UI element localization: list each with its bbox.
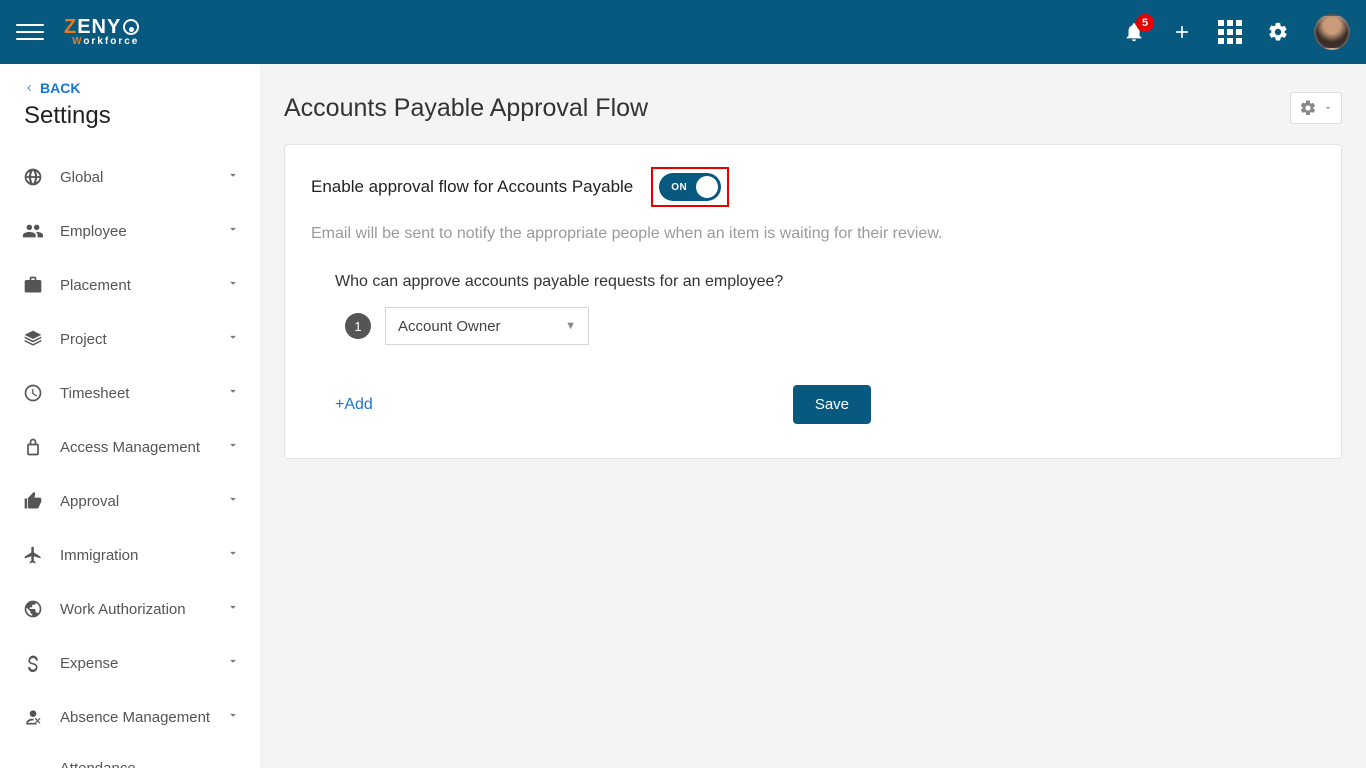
sidebar-item-project[interactable]: Project: [0, 312, 260, 366]
sidebar-item-employee[interactable]: Employee: [0, 204, 260, 258]
sidebar-item-absence-management[interactable]: Absence Management: [0, 690, 260, 744]
sidebar-item-approval[interactable]: Approval: [0, 474, 260, 528]
sidebar-item-label: Expense: [60, 655, 118, 672]
enable-toggle[interactable]: ON: [659, 173, 721, 201]
avatar[interactable]: [1314, 14, 1350, 50]
save-button[interactable]: Save: [793, 385, 871, 424]
add-button[interactable]: [1170, 20, 1194, 44]
chevron-down-icon: [226, 546, 240, 564]
chevron-down-icon: [226, 708, 240, 726]
lock-icon: [20, 436, 46, 458]
chevron-left-icon: [24, 83, 34, 93]
sidebar-item-label: Global: [60, 169, 103, 186]
dollar-icon: [20, 652, 46, 674]
gear-icon: [1299, 99, 1317, 117]
toggle-state-label: ON: [671, 182, 687, 193]
chevron-down-icon: [226, 492, 240, 510]
sidebar-item-attendance-management[interactable]: Attendance Management: [0, 744, 260, 768]
notifications-button[interactable]: 5: [1122, 20, 1146, 44]
approver-selected-value: Account Owner: [398, 318, 501, 335]
sidebar-item-label: Employee: [60, 223, 127, 240]
apps-icon: [1218, 20, 1242, 44]
menu-button[interactable]: [16, 18, 44, 46]
chevron-down-icon: [226, 168, 240, 186]
help-text: Email will be sent to notify the appropr…: [311, 225, 1315, 243]
briefcase-icon: [20, 274, 46, 296]
approver-select[interactable]: Account Owner ▼: [385, 307, 589, 345]
chevron-down-icon: [226, 222, 240, 240]
chevron-down-icon: [226, 330, 240, 348]
layers-icon: [20, 328, 46, 350]
chevron-down-icon: [226, 654, 240, 672]
notification-badge: 5: [1136, 14, 1154, 32]
topbar: ZENY Workforce 5: [0, 0, 1366, 64]
chevron-down-icon: [226, 276, 240, 294]
back-link[interactable]: BACK: [0, 80, 260, 102]
chevron-down-icon: [226, 600, 240, 618]
topbar-actions: 5: [1122, 14, 1350, 50]
sidebar-item-label: Work Authorization: [60, 601, 186, 618]
globe-icon: [20, 166, 46, 188]
world-icon: [20, 598, 46, 620]
sidebar-item-placement[interactable]: Placement: [0, 258, 260, 312]
caret-down-icon: [1323, 103, 1333, 113]
page-title: Accounts Payable Approval Flow: [284, 94, 648, 123]
sidebar-item-label: Approval: [60, 493, 119, 510]
person-off-icon: [20, 706, 46, 728]
sidebar-title: Settings: [0, 102, 260, 150]
sidebar-item-label: Timesheet: [60, 385, 129, 402]
plus-icon: [1172, 22, 1192, 42]
toggle-knob: [696, 176, 718, 198]
sidebar-item-expense[interactable]: Expense: [0, 636, 260, 690]
sidebar-item-label: Access Management: [60, 439, 200, 456]
people-icon: [20, 220, 46, 242]
add-approver-link[interactable]: +Add: [335, 396, 373, 414]
sidebar-item-label: Absence Management: [60, 709, 210, 726]
logo: ZENY Workforce: [64, 17, 139, 47]
caret-down-icon: ▼: [565, 320, 576, 332]
approver-question: Who can approve accounts payable request…: [335, 273, 1315, 291]
chevron-down-icon: [226, 438, 240, 456]
toggle-highlight: ON: [651, 167, 729, 207]
step-number-badge: 1: [345, 313, 371, 339]
thumb-up-icon: [20, 490, 46, 512]
page-settings-menu[interactable]: [1290, 92, 1342, 124]
sidebar-item-label: Project: [60, 331, 107, 348]
sidebar-item-timesheet[interactable]: Timesheet: [0, 366, 260, 420]
sidebar-item-label: Attendance Management: [60, 760, 226, 768]
sidebar-item-access-management[interactable]: Access Management: [0, 420, 260, 474]
sidebar-item-work-authorization[interactable]: Work Authorization: [0, 582, 260, 636]
clock-icon: [20, 382, 46, 404]
plane-icon: [20, 544, 46, 566]
settings-button[interactable]: [1266, 20, 1290, 44]
back-label: BACK: [40, 80, 80, 96]
sidebar-item-label: Placement: [60, 277, 131, 294]
enable-label: Enable approval flow for Accounts Payabl…: [311, 177, 633, 197]
apps-button[interactable]: [1218, 20, 1242, 44]
approval-flow-card: Enable approval flow for Accounts Payabl…: [284, 144, 1342, 459]
chevron-down-icon: [226, 384, 240, 402]
sidebar-item-global[interactable]: Global: [0, 150, 260, 204]
sidebar-item-label: Immigration: [60, 547, 138, 564]
main-content: Accounts Payable Approval Flow Enable ap…: [260, 64, 1366, 768]
sidebar-item-immigration[interactable]: Immigration: [0, 528, 260, 582]
sidebar: BACK Settings Global Employee Placement …: [0, 64, 260, 768]
gear-icon: [1267, 21, 1289, 43]
